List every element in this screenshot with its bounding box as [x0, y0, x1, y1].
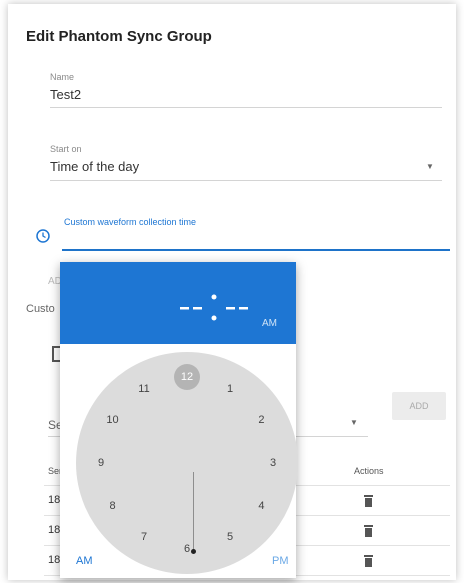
dial-hour-4[interactable]: 4 [251, 496, 271, 516]
start-on-select[interactable]: Time of the day [50, 159, 139, 174]
trash-icon[interactable] [364, 554, 373, 567]
time-field-underline [62, 249, 450, 251]
time-field-label: Custom waveform collection time [64, 217, 197, 227]
dial-hour-10[interactable]: 10 [103, 410, 123, 430]
table-header-actions: Actions [354, 466, 384, 476]
pm-button[interactable]: PM [272, 555, 289, 567]
dial-hour-9[interactable]: 9 [91, 453, 111, 473]
dial-hour-5[interactable]: 5 [220, 527, 240, 547]
header-ampm[interactable]: AM [262, 318, 277, 329]
dial-hour-11[interactable]: 11 [134, 379, 154, 399]
dial-hour-2[interactable]: 2 [251, 410, 271, 430]
dial-hour-7[interactable]: 7 [134, 527, 154, 547]
dial-hour-3[interactable]: 3 [263, 453, 283, 473]
trash-icon[interactable] [364, 494, 373, 507]
dial-hour-8[interactable]: 8 [103, 496, 123, 516]
name-input[interactable]: Test2 [50, 87, 81, 102]
name-label: Name [50, 72, 75, 82]
add-button[interactable]: ADD [392, 392, 446, 420]
dial-hour-selected[interactable]: 12 [174, 364, 200, 390]
header-time-display [176, 288, 266, 328]
chevron-down-icon[interactable]: ▼ [426, 162, 434, 171]
dial-hour-1[interactable]: 1 [220, 379, 240, 399]
dial-hour-6[interactable]: 6 [177, 539, 197, 559]
name-underline [50, 107, 442, 108]
time-picker-header: AM [60, 262, 296, 344]
start-on-underline [50, 180, 442, 181]
start-on-label: Start on [50, 144, 82, 154]
am-button[interactable]: AM [76, 555, 93, 567]
dialog-title: Edit Phantom Sync Group [26, 28, 212, 45]
clock-dial[interactable]: 12 1 2 3 4 5 6 7 8 9 10 11 [76, 352, 298, 574]
custom-label: Custo [26, 303, 55, 315]
clock-icon[interactable] [36, 229, 50, 243]
trash-icon[interactable] [364, 524, 373, 537]
chevron-down-icon[interactable]: ▼ [350, 418, 358, 427]
